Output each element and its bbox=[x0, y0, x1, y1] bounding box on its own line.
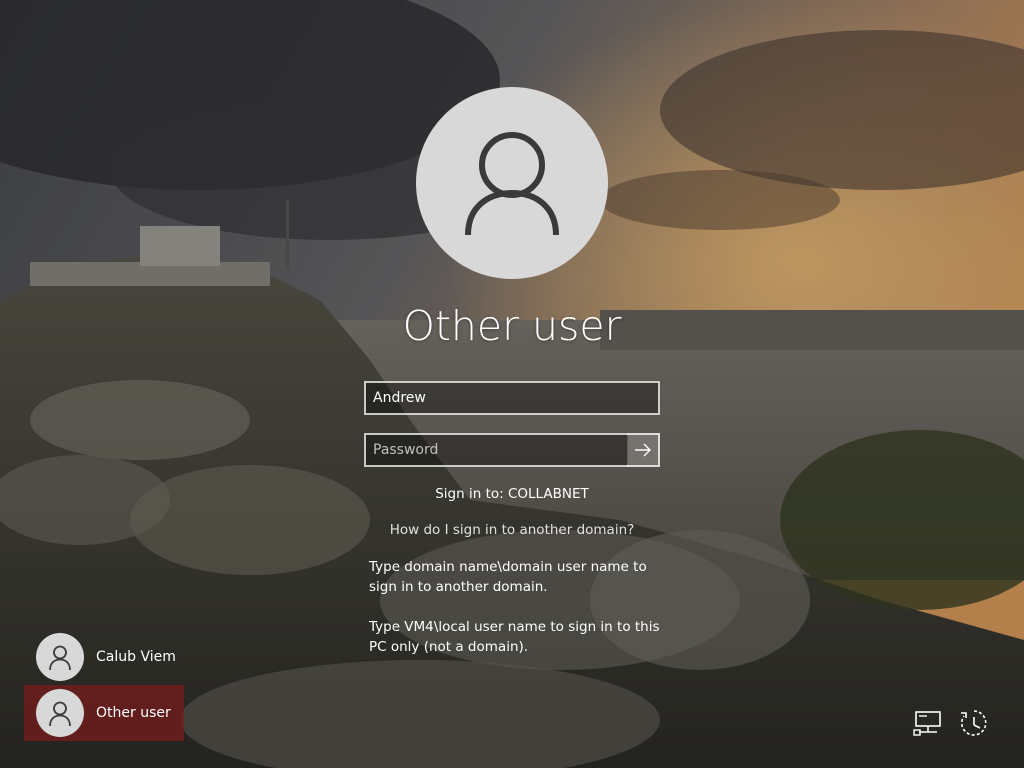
user-name: Other user bbox=[96, 705, 171, 721]
password-field[interactable] bbox=[364, 433, 628, 467]
page-title: Other user bbox=[402, 302, 622, 350]
avatar bbox=[36, 689, 84, 737]
ease-of-access-button[interactable] bbox=[957, 706, 991, 740]
user-avatar bbox=[416, 87, 608, 279]
arrow-right-icon bbox=[634, 443, 651, 457]
another-domain-help-link[interactable]: How do I sign in to another domain? bbox=[312, 522, 712, 538]
user-icon bbox=[465, 132, 559, 236]
sign-in-domain-label: Sign in to: COLLABNET bbox=[435, 486, 589, 502]
user-icon bbox=[49, 645, 71, 671]
local-help-text: Type VM4\local user name to sign in to t… bbox=[369, 619, 660, 655]
domain-help-text: Type domain name\domain user name to sig… bbox=[369, 559, 647, 595]
user-icon bbox=[49, 701, 71, 727]
user-name: Calub Viem bbox=[96, 649, 176, 665]
network-icon bbox=[913, 711, 941, 736]
user-tile-other-user[interactable]: Other user bbox=[24, 685, 184, 741]
ease-of-access-icon bbox=[960, 710, 987, 736]
network-button[interactable] bbox=[911, 706, 945, 740]
user-tile-calub-viem[interactable]: Calub Viem bbox=[24, 629, 184, 685]
avatar bbox=[36, 633, 84, 681]
username-field[interactable] bbox=[364, 381, 660, 415]
submit-button[interactable] bbox=[627, 433, 660, 467]
